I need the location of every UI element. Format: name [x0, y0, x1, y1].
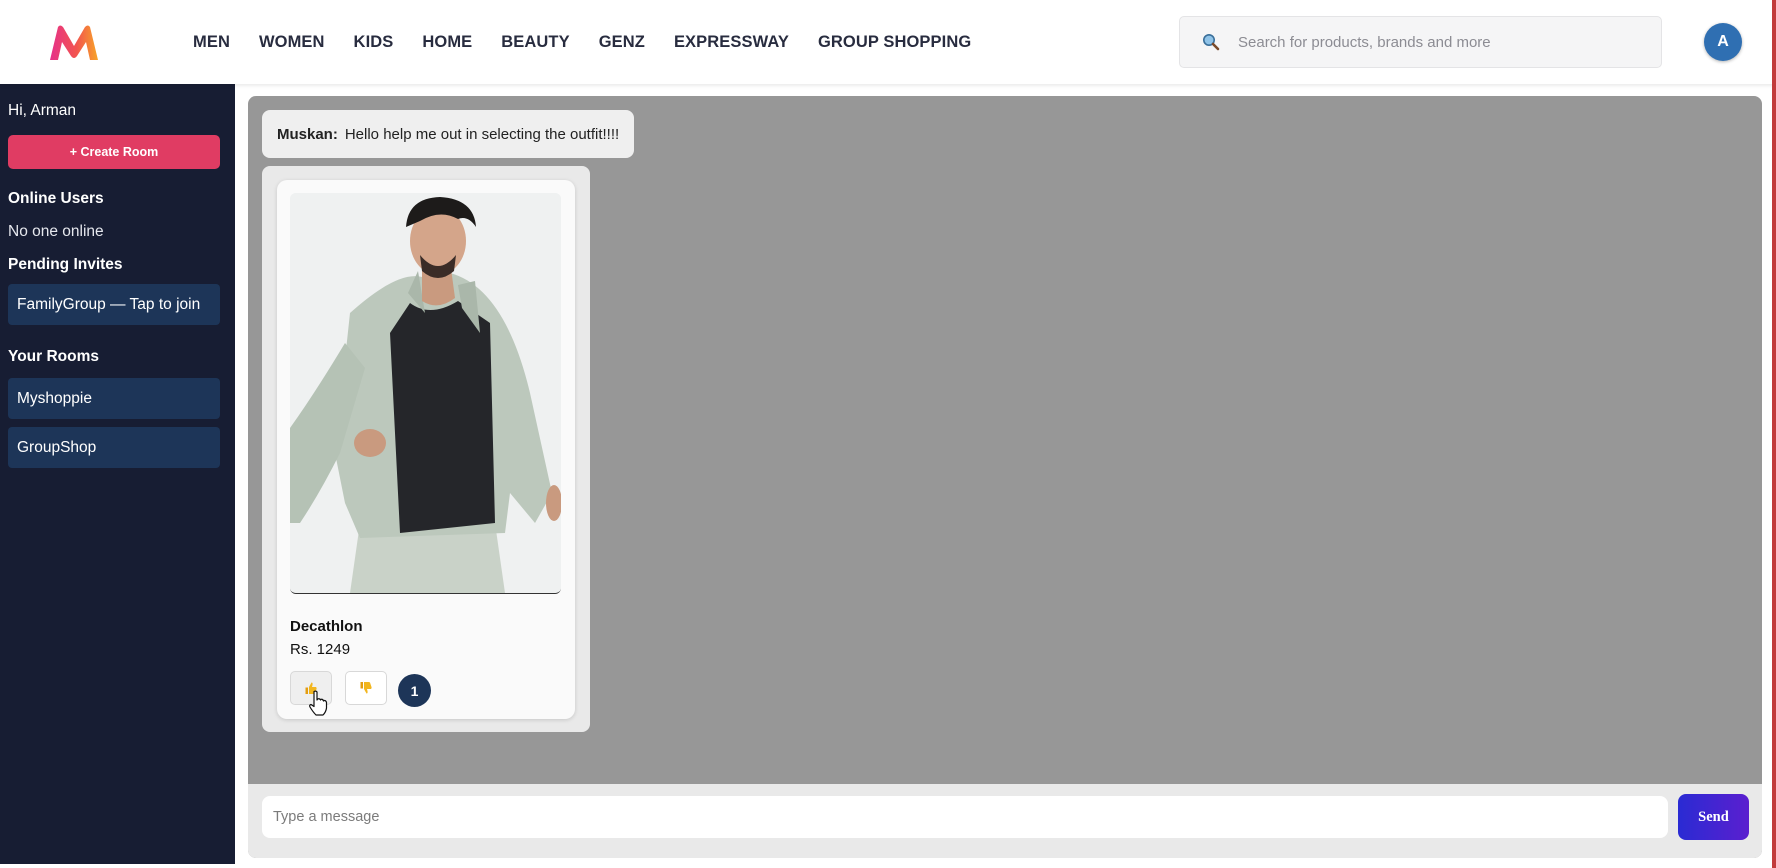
nav-group-shopping[interactable]: GROUP SHOPPING — [818, 33, 971, 52]
pending-invite-familygroup[interactable]: FamilyGroup — Tap to join — [8, 284, 220, 325]
top-header: MEN WOMEN KIDS HOME BEAUTY GENZ EXPRESSW… — [0, 0, 1776, 84]
product-card[interactable]: Decathlon Rs. 1249 1 — [277, 180, 575, 719]
search-input[interactable] — [1236, 32, 1620, 52]
main-nav: MEN WOMEN KIDS HOME BEAUTY GENZ EXPRESSW… — [193, 0, 1000, 84]
sidebar: Hi, Arman + Create Room Online Users No … — [0, 84, 235, 864]
room-item-myshoppie[interactable]: Myshoppie — [8, 378, 220, 419]
chat-message: Muskan: Hello help me out in selecting t… — [262, 110, 635, 158]
nav-expressway[interactable]: EXPRESSWAY — [674, 33, 789, 52]
search-bar[interactable] — [1179, 16, 1662, 68]
create-room-button[interactable]: + Create Room — [8, 135, 220, 169]
send-button[interactable]: Send — [1678, 794, 1749, 840]
search-icon — [1200, 33, 1222, 51]
dislike-button[interactable] — [345, 671, 387, 705]
like-count-badge: 1 — [398, 674, 431, 707]
product-brand: Decathlon — [290, 618, 363, 635]
product-price: Rs. 1249 — [290, 641, 351, 658]
room-item-groupshop[interactable]: GroupShop — [8, 427, 220, 468]
message-composer: Send — [248, 784, 1762, 858]
message-input[interactable] — [262, 796, 1668, 838]
nav-genz[interactable]: GENZ — [599, 33, 645, 52]
message-sender: Muskan: — [277, 125, 338, 143]
pending-invites-heading: Pending Invites — [8, 256, 123, 273]
product-message: Decathlon Rs. 1249 1 — [262, 166, 590, 732]
window-edge-divider — [1772, 0, 1776, 868]
message-text: Hello help me out in selecting the outfi… — [344, 125, 620, 143]
nav-women[interactable]: WOMEN — [259, 33, 325, 52]
hand-cursor-icon — [309, 690, 328, 716]
nav-beauty[interactable]: BEAUTY — [501, 33, 569, 52]
user-greeting: Hi, Arman — [8, 102, 77, 119]
online-users-heading: Online Users — [8, 190, 104, 207]
nav-kids[interactable]: KIDS — [354, 33, 394, 52]
nav-men[interactable]: MEN — [193, 33, 230, 52]
thumbs-down-icon — [360, 682, 372, 694]
avatar[interactable]: A — [1704, 23, 1742, 61]
your-rooms-heading: Your Rooms — [8, 348, 99, 365]
product-image[interactable] — [290, 193, 561, 594]
online-users-status: No one online — [8, 223, 104, 240]
nav-home[interactable]: HOME — [422, 33, 472, 52]
chat-area: Muskan: Hello help me out in selecting t… — [248, 96, 1762, 858]
myntra-logo-icon[interactable] — [48, 24, 100, 62]
